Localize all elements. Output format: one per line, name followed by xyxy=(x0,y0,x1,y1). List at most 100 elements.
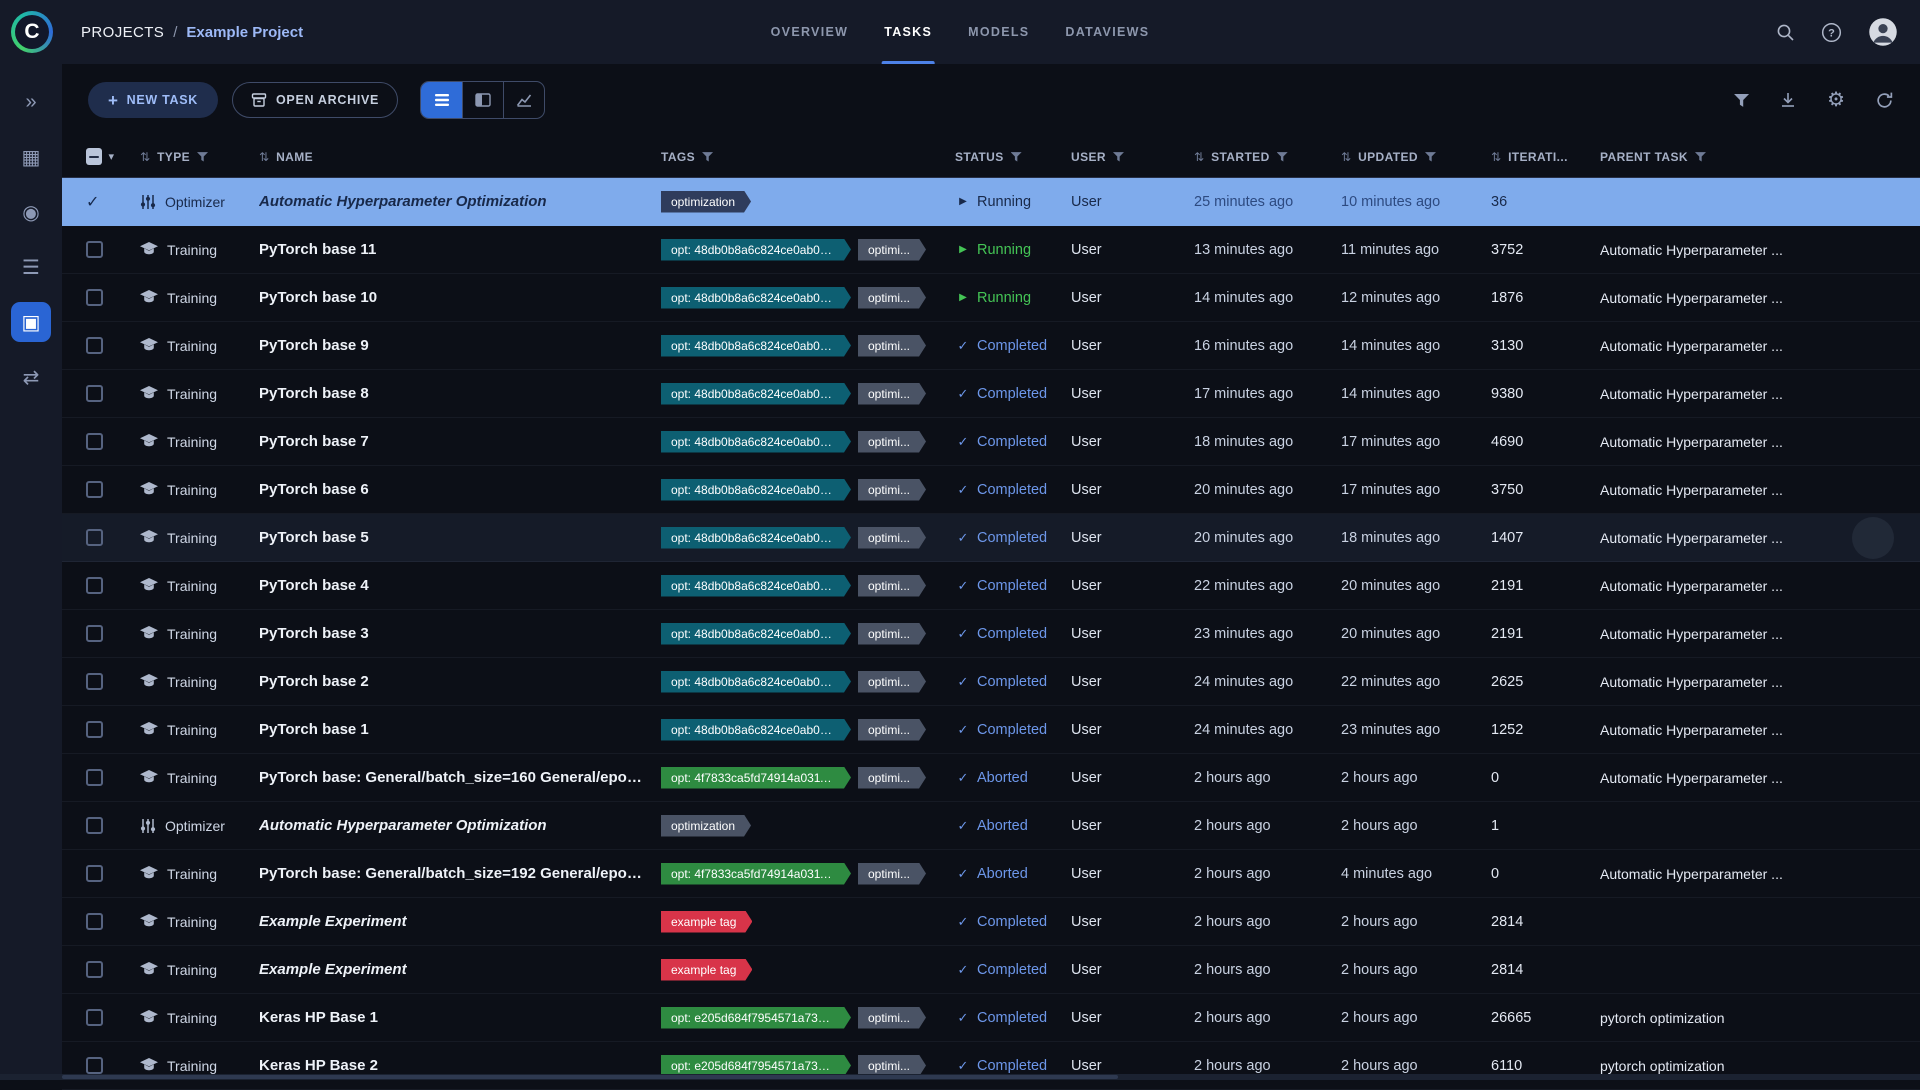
sidebar-item-projects[interactable]: » xyxy=(11,82,51,122)
task-name[interactable]: PyTorch base 11 xyxy=(259,241,376,258)
tag-pill[interactable]: optimi... xyxy=(858,383,926,405)
chart-view-toggle[interactable] xyxy=(503,82,544,118)
tag-pill[interactable]: opt: 4f7833ca5fd74914a0311... xyxy=(661,767,851,789)
sort-icon[interactable]: ⇅ xyxy=(1491,151,1501,163)
task-name[interactable]: PyTorch base 1 xyxy=(259,721,369,738)
row-checkbox[interactable] xyxy=(86,385,103,402)
breadcrumb-projects[interactable]: PROJECTS xyxy=(81,24,164,41)
row-checkbox[interactable] xyxy=(86,289,103,306)
column-header-status[interactable]: STATUS xyxy=(955,150,1071,164)
table-row[interactable]: ✓ Training PyTorch base 3 opt: 48db0b8a6… xyxy=(62,610,1920,658)
table-row[interactable]: ✓ Training PyTorch base 8 opt: 48db0b8a6… xyxy=(62,370,1920,418)
row-checkbox[interactable] xyxy=(86,1009,103,1026)
sidebar-item-pipelines[interactable]: ◉ xyxy=(11,192,51,232)
task-name[interactable]: PyTorch base 4 xyxy=(259,577,369,594)
sort-icon[interactable]: ⇅ xyxy=(1341,151,1351,163)
tag-pill[interactable]: optimi... xyxy=(858,623,926,645)
table-row[interactable]: ✓ Optimizer Automatic Hyperparameter Opt… xyxy=(62,178,1920,226)
row-checkbox[interactable] xyxy=(86,577,103,594)
task-name[interactable]: Example Experiment xyxy=(259,961,407,978)
table-row[interactable]: ✓ Training Keras HP Base 2 opt: e205d684… xyxy=(62,1042,1920,1090)
help-icon[interactable]: ? xyxy=(1821,22,1842,43)
tag-pill[interactable]: opt: 48db0b8a6c824ce0ab06... xyxy=(661,335,851,357)
task-name[interactable]: PyTorch base 7 xyxy=(259,433,369,450)
task-name[interactable]: PyTorch base 9 xyxy=(259,337,369,354)
settings-gear-icon[interactable]: ⚙ xyxy=(1827,90,1845,110)
row-checkbox[interactable] xyxy=(86,433,103,450)
task-name[interactable]: Keras HP Base 2 xyxy=(259,1057,378,1074)
task-name[interactable]: Example Experiment xyxy=(259,913,407,930)
task-name[interactable]: PyTorch base 8 xyxy=(259,385,369,402)
tag-pill[interactable]: opt: 48db0b8a6c824ce0ab06... xyxy=(661,239,851,261)
row-checkbox[interactable] xyxy=(86,913,103,930)
tag-pill[interactable]: opt: 48db0b8a6c824ce0ab06... xyxy=(661,719,851,741)
table-row[interactable]: ✓ Training PyTorch base 4 opt: 48db0b8a6… xyxy=(62,562,1920,610)
table-row[interactable]: ✓ Training Example Experiment example ta… xyxy=(62,946,1920,994)
table-row[interactable]: ✓ Training Keras HP Base 1 opt: e205d684… xyxy=(62,994,1920,1042)
column-filter-icon[interactable] xyxy=(1113,151,1124,162)
tag-pill[interactable]: opt: 48db0b8a6c824ce0ab06... xyxy=(661,287,851,309)
column-filter-icon[interactable] xyxy=(1011,151,1022,162)
column-header-started[interactable]: ⇅STARTED xyxy=(1194,150,1341,164)
column-filter-icon[interactable] xyxy=(197,151,208,162)
column-filter-icon[interactable] xyxy=(1277,151,1288,162)
task-name[interactable]: PyTorch base: General/batch_size=192 Gen… xyxy=(259,865,645,882)
filter-icon[interactable] xyxy=(1734,93,1749,108)
tag-pill[interactable]: optimi... xyxy=(858,575,926,597)
tag-pill[interactable]: optimi... xyxy=(858,335,926,357)
table-row[interactable]: ✓ Training Example Experiment example ta… xyxy=(62,898,1920,946)
new-task-button[interactable]: + NEW TASK xyxy=(88,82,218,118)
tag-pill[interactable]: opt: e205d684f7954571a7309... xyxy=(661,1007,851,1029)
tab-overview[interactable]: OVERVIEW xyxy=(771,0,849,64)
tab-tasks[interactable]: TASKS xyxy=(884,0,932,64)
tag-pill[interactable]: optimization xyxy=(661,191,751,213)
tag-pill[interactable]: optimi... xyxy=(858,863,926,885)
column-header-updated[interactable]: ⇅UPDATED xyxy=(1341,150,1491,164)
task-name[interactable]: Automatic Hyperparameter Optimization xyxy=(259,193,547,210)
clearml-logo[interactable]: C xyxy=(11,11,53,53)
tag-pill[interactable]: opt: 48db0b8a6c824ce0ab06... xyxy=(661,623,851,645)
table-view-toggle[interactable] xyxy=(421,82,462,118)
column-filter-icon[interactable] xyxy=(702,151,713,162)
avatar[interactable] xyxy=(1868,17,1898,47)
column-header-tags[interactable]: TAGS xyxy=(661,150,955,164)
sidebar-item-workers-queues[interactable]: ⇄ xyxy=(11,357,51,397)
table-row[interactable]: ✓ Training PyTorch base 2 opt: 48db0b8a6… xyxy=(62,658,1920,706)
task-name[interactable]: PyTorch base 3 xyxy=(259,625,369,642)
task-name[interactable]: Automatic Hyperparameter Optimization xyxy=(259,817,547,834)
table-row[interactable]: ✓ Training PyTorch base 11 opt: 48db0b8a… xyxy=(62,226,1920,274)
row-checkbox[interactable] xyxy=(86,529,103,546)
column-header-name[interactable]: ⇅NAME xyxy=(257,150,661,164)
tag-pill[interactable]: optimi... xyxy=(858,239,926,261)
sidebar-item-hyper-datasets[interactable]: ☰ xyxy=(11,247,51,287)
tag-pill[interactable]: example tag xyxy=(661,959,752,981)
row-checkbox[interactable] xyxy=(86,481,103,498)
split-view-toggle[interactable] xyxy=(462,82,503,118)
breadcrumb-project-name[interactable]: Example Project xyxy=(186,24,303,41)
row-checkbox[interactable] xyxy=(86,721,103,738)
tag-pill[interactable]: optimi... xyxy=(858,479,926,501)
tag-pill[interactable]: optimi... xyxy=(858,1007,926,1029)
table-row[interactable]: ✓ Optimizer Automatic Hyperparameter Opt… xyxy=(62,802,1920,850)
tag-pill[interactable]: opt: 48db0b8a6c824ce0ab06... xyxy=(661,431,851,453)
table-row[interactable]: ✓ Training PyTorch base 1 opt: 48db0b8a6… xyxy=(62,706,1920,754)
task-name[interactable]: Keras HP Base 1 xyxy=(259,1009,378,1026)
horizontal-scrollbar[interactable] xyxy=(0,1074,1920,1080)
tag-pill[interactable]: opt: 48db0b8a6c824ce0ab06... xyxy=(661,479,851,501)
column-filter-icon[interactable] xyxy=(1425,151,1436,162)
row-checkbox[interactable] xyxy=(86,865,103,882)
open-archive-button[interactable]: OPEN ARCHIVE xyxy=(232,82,398,118)
tag-pill[interactable]: opt: 4f7833ca5fd74914a0311... xyxy=(661,863,851,885)
column-header-iterations[interactable]: ⇅ITERATI... xyxy=(1491,150,1600,164)
horizontal-scrollbar-thumb[interactable] xyxy=(62,1075,1118,1079)
table-row[interactable]: ✓ Training PyTorch base 7 opt: 48db0b8a6… xyxy=(62,418,1920,466)
tag-pill[interactable]: optimi... xyxy=(858,527,926,549)
sort-icon[interactable]: ⇅ xyxy=(140,151,150,163)
row-checkbox[interactable] xyxy=(86,961,103,978)
row-checkbox[interactable] xyxy=(86,817,103,834)
download-icon[interactable] xyxy=(1779,91,1797,109)
table-row[interactable]: ✓ Training PyTorch base: General/batch_s… xyxy=(62,754,1920,802)
tag-pill[interactable]: optimi... xyxy=(858,719,926,741)
tag-pill[interactable]: opt: 48db0b8a6c824ce0ab06... xyxy=(661,575,851,597)
table-row[interactable]: ✓ Training PyTorch base 10 opt: 48db0b8a… xyxy=(62,274,1920,322)
